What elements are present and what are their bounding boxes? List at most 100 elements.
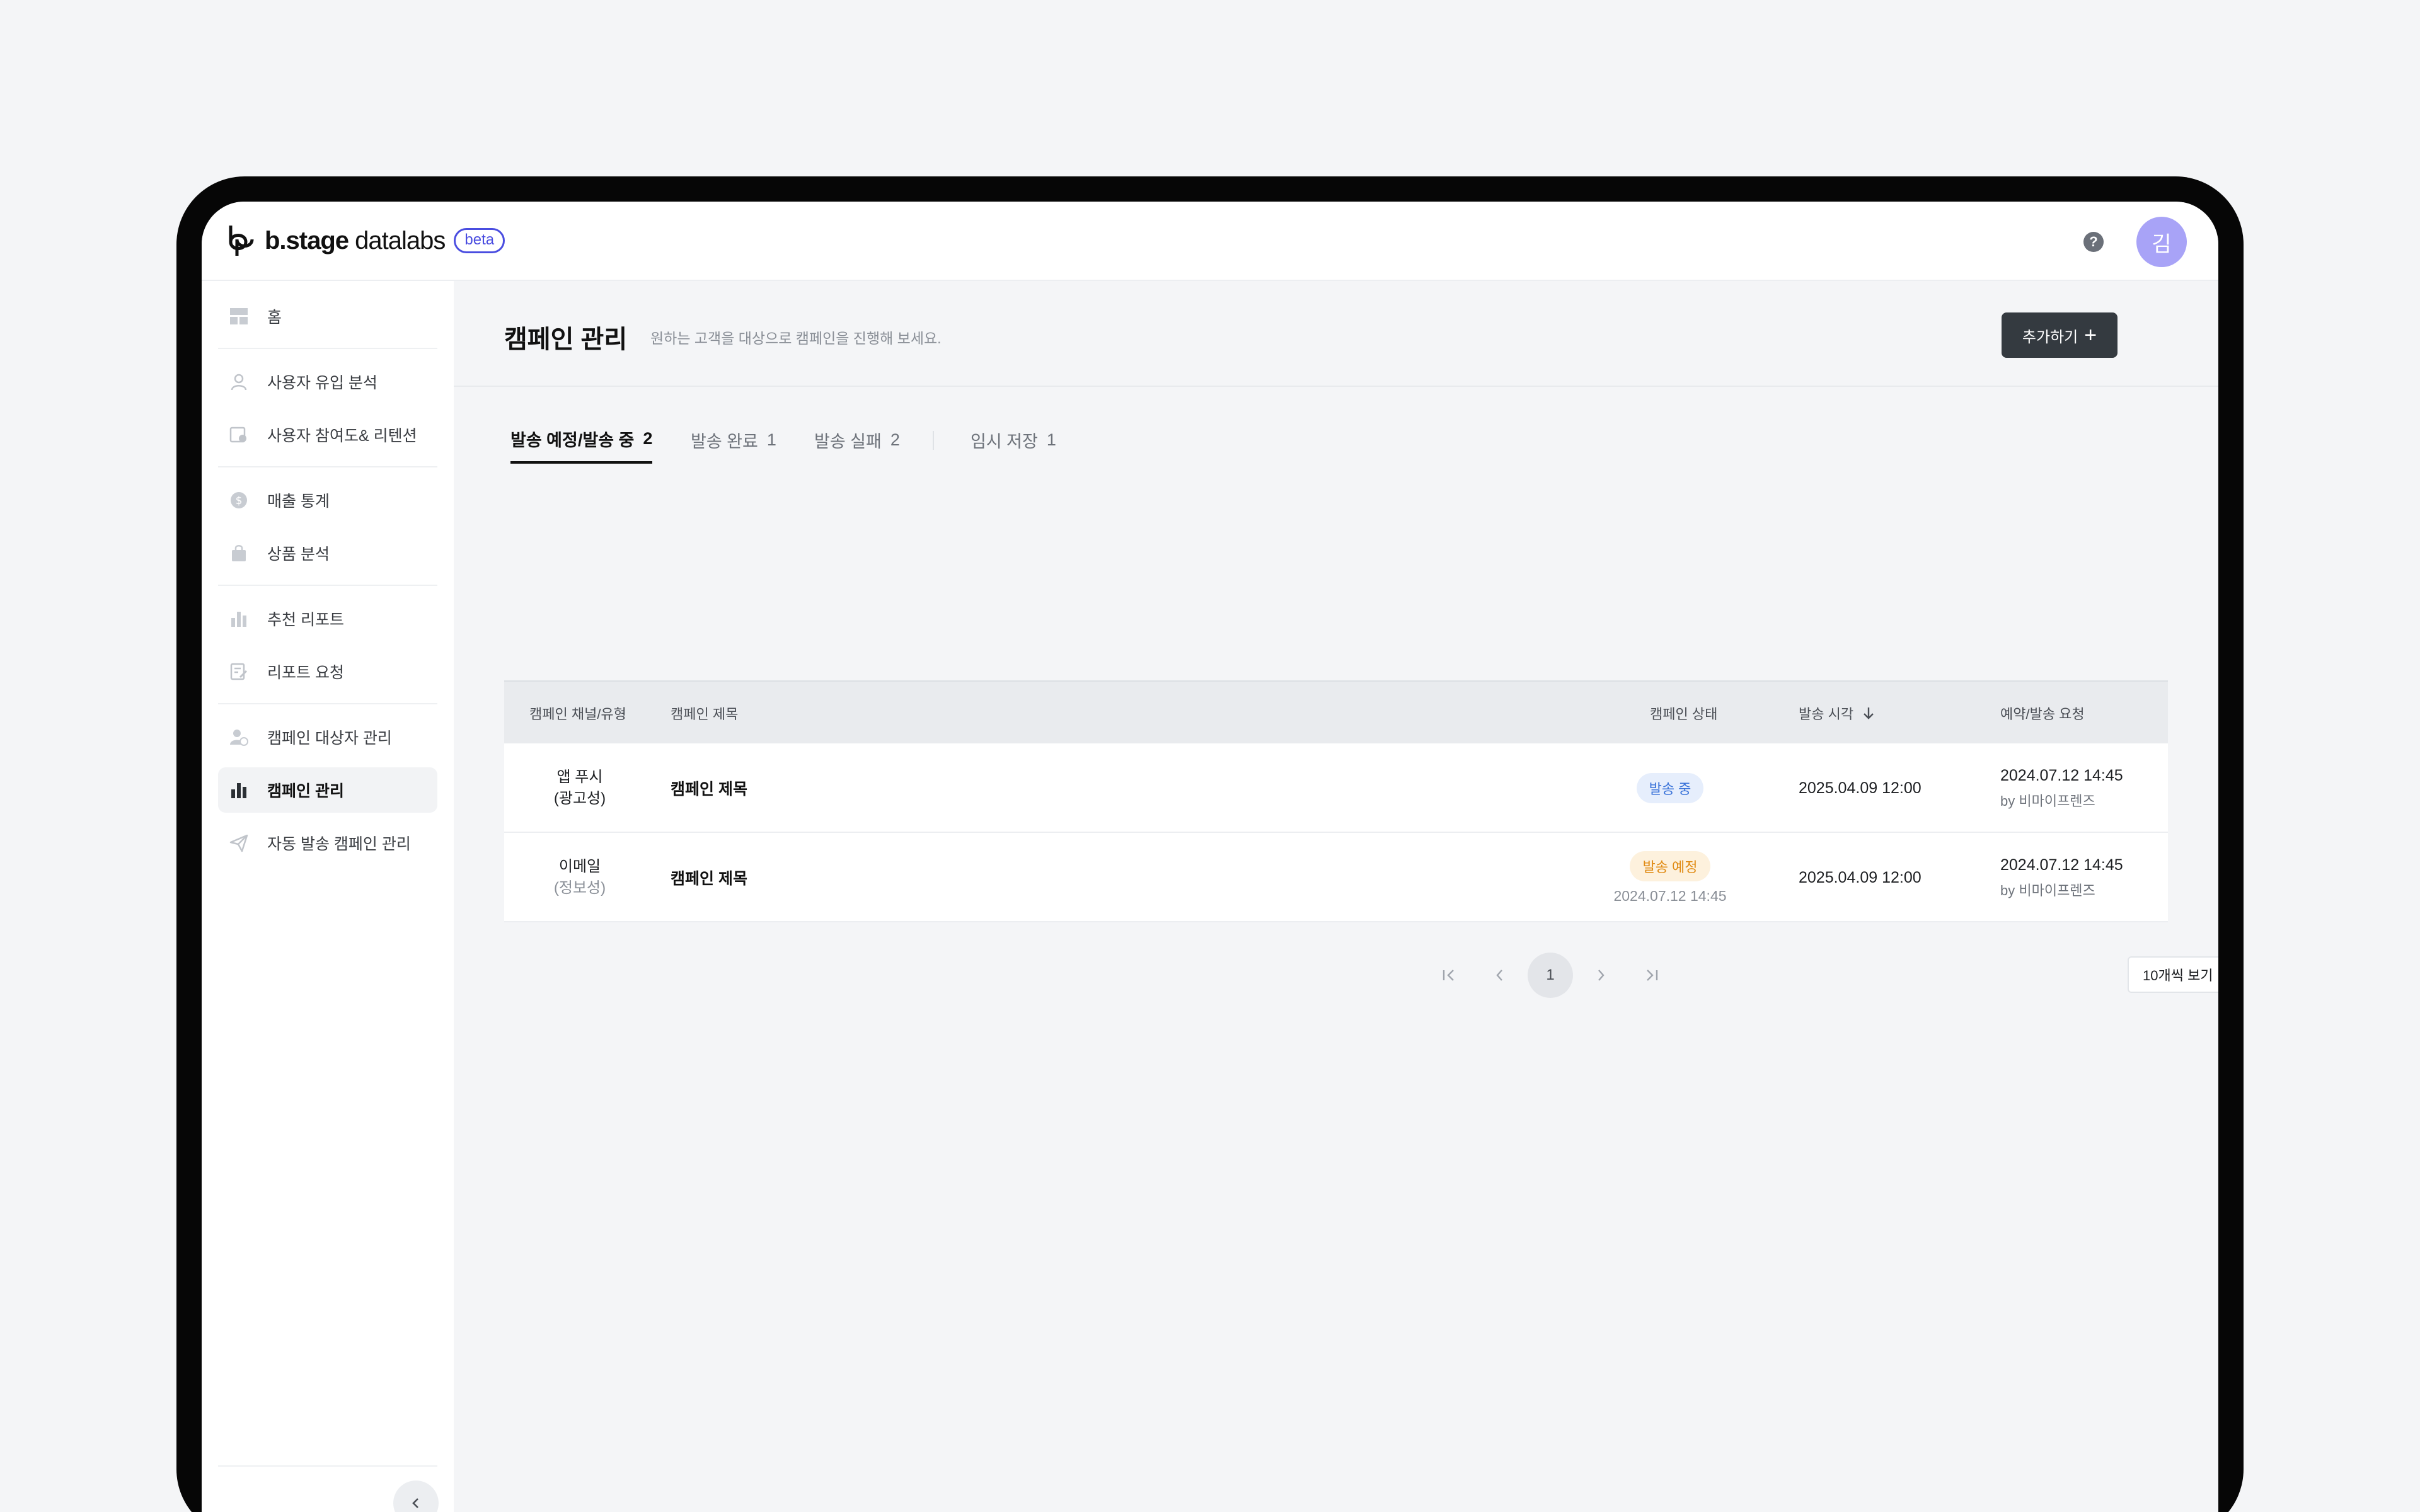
logo[interactable]: b.stage datalabs beta bbox=[227, 223, 505, 258]
logo-mark-icon bbox=[229, 226, 254, 256]
sidebar-item-label: 추천 리포트 bbox=[267, 611, 344, 629]
channel-name: 앱 푸시 bbox=[556, 769, 603, 786]
beta-badge: beta bbox=[454, 228, 505, 253]
page-size-value: 10개씩 보기 bbox=[2143, 968, 2213, 983]
sidebar-item-campaign-target[interactable]: 캠페인 대상자 관리 bbox=[218, 714, 437, 760]
chevron-left-icon bbox=[412, 1498, 418, 1508]
add-button-label: 추가하기 bbox=[2022, 328, 2078, 346]
avatar[interactable]: 김 bbox=[2136, 217, 2187, 267]
chevron-left-icon bbox=[1496, 970, 1502, 981]
divider bbox=[218, 585, 437, 586]
last-page-button[interactable] bbox=[1628, 953, 1674, 998]
header-title: 캠페인 제목 bbox=[671, 706, 739, 722]
page-header: 캠페인 관리 원하는 고객을 대상으로 캠페인을 진행해 보세요. 추가하기 + bbox=[454, 281, 2218, 387]
first-page-button[interactable] bbox=[1427, 953, 1472, 998]
request-by: by 비마이프렌즈 bbox=[2000, 882, 2095, 898]
sidebar-item-auto-campaign[interactable]: 자동 발송 캠페인 관리 bbox=[218, 820, 437, 866]
divider bbox=[218, 348, 437, 349]
channel-type: (정보성) bbox=[553, 879, 606, 896]
shopping-bag-icon bbox=[228, 542, 250, 564]
request-cell: 2024.07.12 14:45 by 비마이프렌즈 bbox=[2000, 743, 2123, 833]
status-time: 2024.07.12 14:45 bbox=[1613, 887, 1727, 904]
chevron-right-icon bbox=[1598, 970, 1605, 981]
tab-scheduled[interactable]: 발송 예정/발송 중 2 bbox=[510, 416, 653, 464]
sidebar-item-label: 캠페인 대상자 관리 bbox=[267, 730, 392, 747]
send-icon bbox=[228, 832, 250, 854]
sidebar-item-report-request[interactable]: 리포트 요청 bbox=[218, 649, 437, 694]
edit-document-icon bbox=[228, 661, 250, 682]
plus-icon: + bbox=[2084, 323, 2097, 347]
add-campaign-button[interactable]: 추가하기 + bbox=[2002, 312, 2118, 358]
channel-cell: 이메일 (정보성) bbox=[504, 833, 655, 922]
page-size-select[interactable]: 10개씩 보기 bbox=[2128, 956, 2218, 993]
request-time: 2024.07.12 14:45 bbox=[2000, 856, 2123, 874]
campaign-title[interactable]: 캠페인 제목 bbox=[671, 743, 747, 833]
tab-completed[interactable]: 발송 완료 1 bbox=[691, 416, 776, 464]
request-cell: 2024.07.12 14:45 by 비마이프렌즈 bbox=[2000, 833, 2123, 922]
table-row[interactable]: 이메일 (정보성) 캠페인 제목 발송 예정 2024.07.12 14:45 … bbox=[504, 833, 2168, 922]
last-page-icon bbox=[1647, 970, 1658, 981]
main-content: 캠페인 관리 원하는 고객을 대상으로 캠페인을 진행해 보세요. 추가하기 +… bbox=[454, 281, 2218, 1512]
tab-failed[interactable]: 발송 실패 2 bbox=[814, 416, 900, 464]
top-bar: b.stage datalabs beta ? 김 bbox=[202, 202, 2218, 281]
page-title: 캠페인 관리 bbox=[504, 326, 628, 353]
bar-chart-icon bbox=[228, 779, 250, 801]
pagination: 1 bbox=[1427, 953, 1679, 998]
tab-label: 발송 완료 bbox=[691, 432, 758, 451]
sidebar-item-recommend-report[interactable]: 추천 리포트 bbox=[218, 596, 437, 641]
bar-chart-icon bbox=[228, 608, 250, 629]
next-page-button[interactable] bbox=[1578, 953, 1623, 998]
header-status: 캠페인 상태 bbox=[1650, 706, 1718, 722]
channel-type: (광고성) bbox=[553, 790, 606, 807]
tab-label: 임시 저장 bbox=[971, 432, 1038, 451]
dashboard-icon bbox=[228, 306, 250, 327]
tab-divider bbox=[933, 431, 934, 450]
sidebar-item-revenue[interactable]: $ 매출 통계 bbox=[218, 478, 437, 523]
tab-count: 2 bbox=[643, 428, 653, 448]
divider bbox=[218, 1465, 437, 1467]
sidebar-item-product[interactable]: 상품 분석 bbox=[218, 530, 437, 576]
sidebar-item-label: 사용자 참여도& 리텐션 bbox=[267, 427, 417, 445]
header-send-time-label: 발송 시각 bbox=[1799, 706, 1854, 722]
status-badge: 발송 예정 bbox=[1630, 850, 1710, 881]
status-badge: 발송 중 bbox=[1636, 773, 1704, 803]
tab-draft[interactable]: 임시 저장 1 bbox=[971, 416, 1056, 464]
sidebar-item-campaign-manage[interactable]: 캠페인 관리 bbox=[218, 767, 437, 813]
divider bbox=[218, 466, 437, 467]
sidebar-item-home[interactable]: 홈 bbox=[218, 294, 437, 339]
header-send-time[interactable]: 발송 시각 bbox=[1799, 682, 1875, 745]
status-cell: 발송 중 bbox=[1588, 743, 1752, 833]
tab-label: 발송 실패 bbox=[814, 432, 882, 451]
sidebar-item-label: 리포트 요청 bbox=[267, 664, 344, 682]
collapse-sidebar-button[interactable] bbox=[393, 1480, 439, 1512]
user-check-icon bbox=[228, 726, 250, 748]
tab-count: 2 bbox=[890, 430, 900, 449]
page-number-button[interactable]: 1 bbox=[1528, 953, 1573, 998]
sidebar-item-label: 사용자 유입 분석 bbox=[267, 374, 377, 392]
sidebar-item-label: 매출 통계 bbox=[267, 493, 330, 510]
table-row[interactable]: 앱 푸시 (광고성) 캠페인 제목 발송 중 2025.04.09 12:00 … bbox=[504, 743, 2168, 833]
request-time: 2024.07.12 14:45 bbox=[2000, 766, 2123, 784]
status-cell: 발송 예정 2024.07.12 14:45 bbox=[1588, 833, 1752, 922]
logo-text: b.stage datalabs bbox=[265, 226, 446, 255]
help-icon[interactable]: ? bbox=[2083, 232, 2104, 252]
prev-page-button[interactable] bbox=[1477, 953, 1523, 998]
campaign-title[interactable]: 캠페인 제목 bbox=[671, 833, 747, 922]
header-request: 예약/발송 요청 bbox=[2000, 706, 2085, 722]
channel-name: 이메일 bbox=[558, 858, 601, 875]
send-time: 2025.04.09 12:00 bbox=[1799, 868, 1922, 886]
sidebar-item-engagement[interactable]: 사용자 참여도& 리텐션 bbox=[218, 412, 437, 457]
sidebar: 홈 사용자 유입 분석 사용자 참여도& 리텐션 $ 매출 통계 상품 분석 추… bbox=[202, 281, 454, 1512]
request-by: by 비마이프렌즈 bbox=[2000, 793, 2095, 809]
sidebar-item-user-inflow[interactable]: 사용자 유입 분석 bbox=[218, 359, 437, 404]
svg-text:$: $ bbox=[236, 495, 243, 507]
sort-down-icon bbox=[1864, 707, 1874, 719]
sidebar-item-label: 캠페인 관리 bbox=[267, 782, 344, 800]
sidebar-item-label: 홈 bbox=[267, 309, 282, 326]
header-channel: 캠페인 채널/유형 bbox=[529, 706, 626, 722]
table-header: 캠페인 채널/유형 캠페인 제목 캠페인 상태 발송 시각 예약/발송 요청 bbox=[504, 680, 2168, 743]
channel-cell: 앱 푸시 (광고성) bbox=[504, 743, 655, 833]
tab-label: 발송 예정/발송 중 bbox=[510, 430, 635, 450]
status-tabs: 발송 예정/발송 중 2 발송 완료 1 발송 실패 2 임시 저장 1 bbox=[504, 416, 2168, 464]
send-time: 2025.04.09 12:00 bbox=[1799, 779, 1922, 797]
